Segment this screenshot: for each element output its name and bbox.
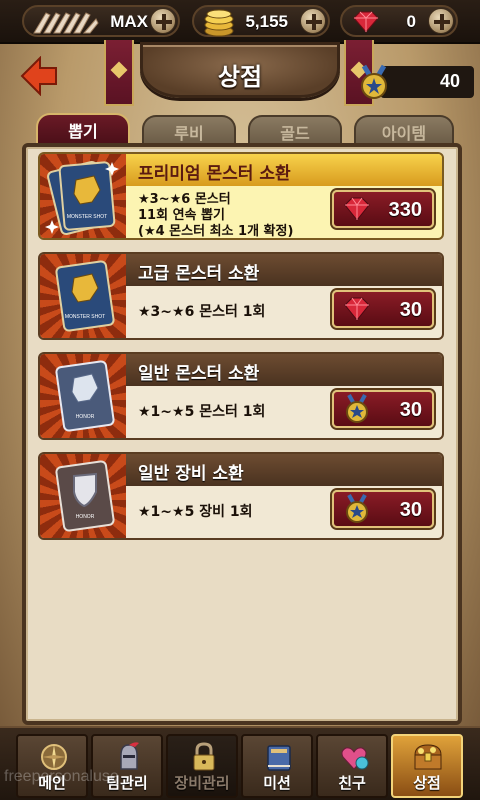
card-caption: MONSTER SHOT xyxy=(65,314,105,320)
item-name: 프리미엄 몬스터 소환 xyxy=(126,154,442,186)
back-arrow-icon[interactable] xyxy=(20,56,60,96)
add-stamina-button[interactable] xyxy=(150,8,176,34)
book-icon xyxy=(267,745,291,771)
item-name: 고급 몬스터 소환 xyxy=(126,254,442,286)
item-name: 일반 몬스터 소환 xyxy=(126,354,442,386)
tab-item[interactable]: 아이템 xyxy=(354,115,454,145)
price-value: 30 xyxy=(399,499,422,521)
gold-counter: 5,155 xyxy=(192,5,330,37)
card-thumbnail: HONOR xyxy=(40,454,126,538)
title-plate: 상점 xyxy=(140,42,340,98)
buy-button[interactable]: 30 xyxy=(332,390,434,428)
lock-icon xyxy=(193,742,215,771)
desc-line: ★1~★5 장비 1회 xyxy=(138,504,253,520)
nav-team[interactable]: 팀관리 xyxy=(91,734,163,798)
nav-friends[interactable]: 친구 xyxy=(316,734,388,798)
wing-icon xyxy=(33,12,99,34)
honor-counter: 40 xyxy=(380,66,474,98)
add-gem-button[interactable] xyxy=(428,8,454,34)
stamina-value: MAX xyxy=(110,12,148,31)
gem-counter: 0 xyxy=(340,5,458,37)
honor-medal-icon xyxy=(346,494,368,523)
shop-item-normal-equipment: HONOR 일반 장비 소환 ★1~★5 장비 1회 30 xyxy=(38,452,444,540)
page-title: 상점 xyxy=(217,63,263,91)
price-value: 30 xyxy=(399,299,422,321)
item-description: ★1~★5 몬스터 1회 xyxy=(138,404,328,420)
gold-value: 5,155 xyxy=(245,12,288,31)
item-description: ★3~★6 몬스터 1회 xyxy=(138,304,328,320)
ruby-icon xyxy=(344,297,370,321)
stamina-counter: MAX xyxy=(22,5,180,37)
desc-line: ★3~★6 몬스터 xyxy=(138,192,231,207)
ruby-icon xyxy=(344,197,370,221)
left-banner xyxy=(104,40,134,106)
card-thumbnail: HONOR xyxy=(40,354,126,438)
gold-coins-icon xyxy=(204,9,234,37)
desc-line: 11회 연속 뽑기 xyxy=(138,208,225,223)
price-value: 30 xyxy=(399,399,422,421)
nav-label: 미션 xyxy=(263,774,291,792)
item-description: ★1~★5 장비 1회 xyxy=(138,504,328,520)
resource-bar: MAX 5,155 0 xyxy=(0,0,480,44)
desc-line: ★1~★5 몬스터 1회 xyxy=(138,404,266,420)
monster-card-icon: MONSTER SHOT xyxy=(55,260,115,332)
shop-item-advanced-monster: MONSTER SHOT 고급 몬스터 소환 ★3~★6 몬스터 1회 30 xyxy=(38,252,444,340)
treasure-chest-icon xyxy=(414,744,442,770)
buy-button[interactable]: 30 xyxy=(332,490,434,528)
desc-line: (★4 몬스터 최소 1개 확정) xyxy=(138,224,294,239)
ruby-icon xyxy=(353,11,379,33)
watermark: freepersonaluse xyxy=(4,768,119,785)
price-value: 330 xyxy=(388,199,422,221)
buy-button[interactable]: 330 xyxy=(332,190,434,228)
bottom-nav: 메인 팀관리 장비관리 미션 친구 상점 xyxy=(0,726,480,800)
item-name: 일반 장비 소환 xyxy=(126,454,442,486)
gem-value: 0 xyxy=(406,12,416,31)
desc-line: ★3~★6 몬스터 1회 xyxy=(138,304,266,320)
honor-card-icon: HONOR xyxy=(55,360,115,432)
shop-item-premium-monster: MONSTER SHOT 프리미엄 몬스터 소환 ★3~★6 몬스터 11회 연… xyxy=(38,152,444,240)
tab-gold[interactable]: 골드 xyxy=(248,115,342,145)
honor-value: 40 xyxy=(439,71,460,91)
buy-button[interactable]: 30 xyxy=(332,290,434,328)
nav-equipment[interactable]: 장비관리 xyxy=(166,734,238,798)
nav-label: 장비관리 xyxy=(174,774,230,792)
nav-shop[interactable]: 상점 xyxy=(391,734,463,798)
nav-mission[interactable]: 미션 xyxy=(241,734,313,798)
honor-medal-icon xyxy=(361,64,387,99)
tab-draw[interactable]: 뽑기 xyxy=(36,113,130,145)
tab-ruby[interactable]: 루비 xyxy=(142,115,236,145)
nav-label: 친구 xyxy=(338,774,366,792)
monster-card-icon: MONSTER SHOT xyxy=(45,160,119,236)
equipment-card-icon: HONOR xyxy=(55,460,115,532)
friends-icon xyxy=(341,747,369,770)
card-caption: MONSTER SHOT xyxy=(67,214,107,220)
card-caption: HONOR xyxy=(76,414,95,420)
nav-label: 상점 xyxy=(413,774,441,792)
nav-main[interactable]: 메인 xyxy=(16,734,88,798)
honor-medal-icon xyxy=(346,394,368,423)
shop-item-normal-monster: HONOR 일반 몬스터 소환 ★1~★5 몬스터 1회 30 xyxy=(38,352,444,440)
card-caption: HONOR xyxy=(76,514,95,520)
card-thumbnail: MONSTER SHOT xyxy=(40,154,126,238)
card-thumbnail: MONSTER SHOT xyxy=(40,254,126,338)
add-gold-button[interactable] xyxy=(300,8,326,34)
item-description: ★3~★6 몬스터 11회 연속 뽑기 (★4 몬스터 최소 1개 확정) xyxy=(138,192,328,239)
